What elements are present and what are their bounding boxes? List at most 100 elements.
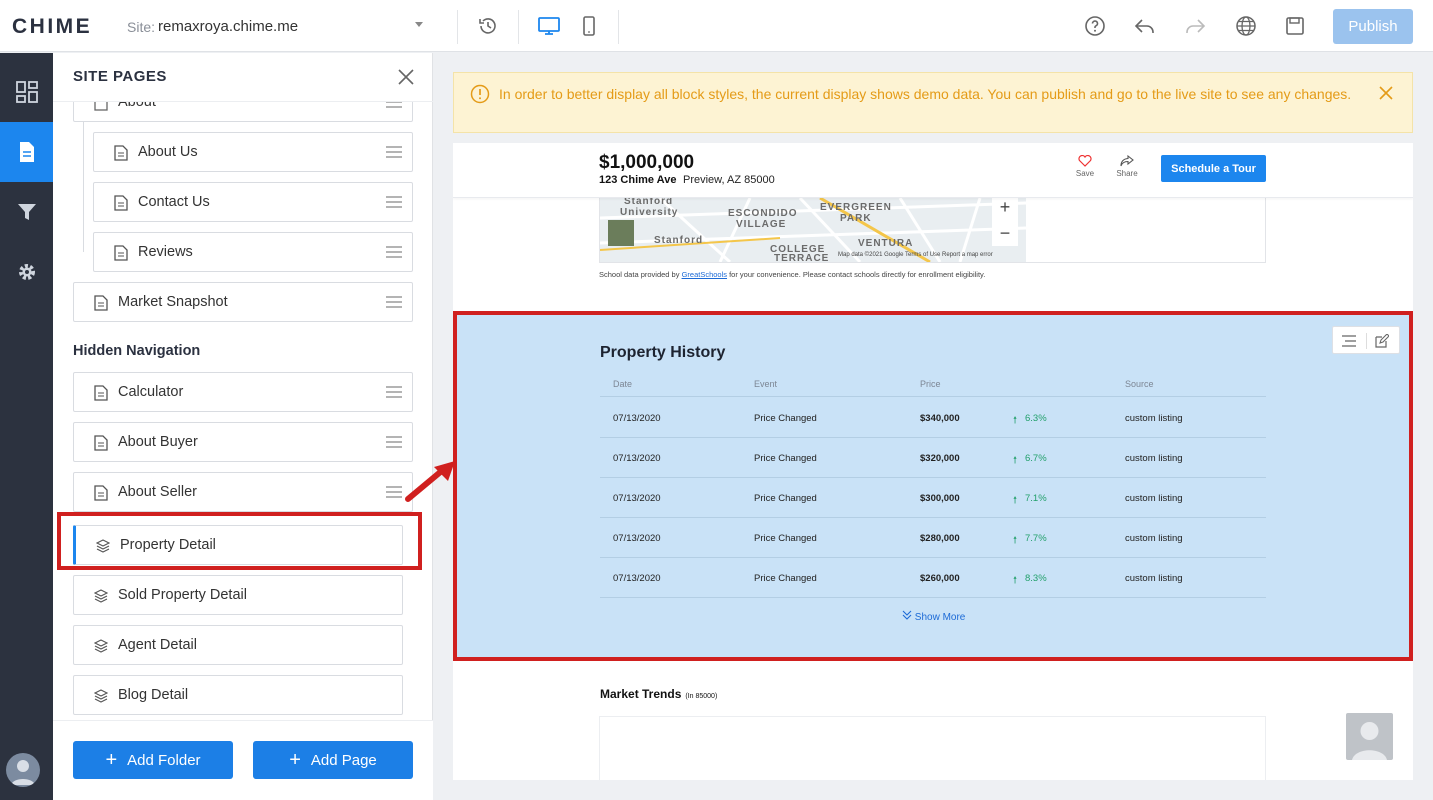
annotation-highlight [57,512,422,570]
page-icon [114,195,128,211]
map-label: ESCONDIDO [728,208,798,219]
globe-icon[interactable] [1234,14,1258,38]
drag-handle-icon[interactable] [386,196,402,208]
site-label: Site: [127,19,156,35]
redo-icon[interactable] [1183,14,1207,38]
pages-icon[interactable] [0,122,53,182]
market-trends-title: Market Trends (In 85000) [600,687,717,701]
close-icon[interactable] [1378,85,1394,101]
schedule-tour-button[interactable]: Schedule a Tour [1161,155,1266,182]
page-item-label: About [118,101,156,110]
page-item-label: Blog Detail [118,687,189,703]
page-item-label: Agent Detail [118,637,197,653]
tree-connector [83,122,84,252]
market-trends-subtitle: (In 85000) [685,693,718,700]
page-icon [94,385,108,401]
drag-handle-icon[interactable] [386,146,402,158]
map-label: VILLAGE [736,219,787,230]
add-folder-label: Add Folder [127,751,201,769]
dashboard-icon[interactable] [0,62,53,122]
map-attribution: Map data ©2021 Google Terms of Use Repor… [838,252,993,258]
desktop-view-icon[interactable] [537,14,561,38]
plus-icon: + [105,749,118,771]
property-history-block[interactable]: Property History Date Event Price Source… [453,311,1413,661]
add-folder-button[interactable]: + Add Folder [73,741,233,779]
page-item-sold-property-detail[interactable]: Sold Property Detail [73,572,408,615]
save-listing-button[interactable]: Save [1070,155,1100,178]
page-item-about[interactable]: About [73,101,413,122]
page-item-about-seller[interactable]: About Seller [73,472,413,512]
map-label: PARK [840,213,872,224]
agent-avatar[interactable] [1346,713,1393,760]
page-preview: $1,000,000 123 Chime Ave Preview, AZ 850… [453,143,1413,780]
layers-icon [94,639,108,653]
page-item-label: About Buyer [118,434,198,450]
undo-icon[interactable] [1133,14,1157,38]
user-avatar[interactable] [6,753,40,787]
zoom-in-icon[interactable]: + [992,198,1018,220]
page-icon [114,145,128,161]
greatschools-link[interactable]: GreatSchools [682,270,727,279]
page-icon [114,245,128,261]
chime-logo[interactable]: CHIME [12,15,92,39]
divider [618,10,619,44]
drag-handle-icon[interactable] [386,296,402,308]
page-item-blog-detail[interactable]: Blog Detail [73,672,408,715]
banner-message: In order to better display all block sty… [499,86,1352,102]
drag-handle-icon[interactable] [386,101,402,108]
map-label: University [620,207,679,218]
school-note-prefix: School data provided by [599,270,682,279]
listing-address: 123 Chime Ave [599,174,677,186]
heart-icon [1078,155,1092,167]
mobile-view-icon[interactable] [577,14,601,38]
publish-button[interactable]: Publish [1333,9,1413,44]
drag-handle-icon[interactable] [386,246,402,258]
school-disclaimer: School data provided by GreatSchools for… [599,270,985,279]
page-item-contact-us[interactable]: Contact Us [93,182,413,222]
add-page-label: Add Page [310,751,377,769]
page-item-agent-detail[interactable]: Agent Detail [73,622,408,665]
map[interactable]: Stanford University ESCONDIDO VILLAGE EV… [600,198,1026,262]
map-label: VENTURA [858,238,914,249]
map-label: Stanford [654,235,704,246]
page-item-label: Sold Property Detail [118,587,247,603]
page-icon [94,295,108,311]
folder-icon [94,102,108,111]
share-listing-button[interactable]: Share [1112,155,1142,178]
save-label: Save [1075,169,1095,178]
close-icon[interactable] [398,69,414,85]
add-page-button[interactable]: + Add Page [253,741,413,779]
share-label: Share [1116,169,1138,178]
share-icon [1120,155,1134,167]
settings-gear-icon[interactable] [0,242,53,302]
map-label: Stanford [624,198,674,207]
panel-title: SITE PAGES [73,68,167,85]
page-item-reviews[interactable]: Reviews [93,232,413,272]
help-icon[interactable] [1083,14,1107,38]
site-pages-panel: SITE PAGES About About Us Contact Us Rev… [53,53,433,800]
annotation-arrow-icon [405,461,455,502]
page-item-label: Market Snapshot [118,294,228,310]
map-label: TERRACE [774,253,830,262]
page-tree: About About Us Contact Us Reviews Market… [53,101,433,771]
funnel-icon[interactable] [0,182,53,242]
page-item-about-us[interactable]: About Us [93,132,413,172]
map-label: EVERGREEN [820,202,892,213]
page-item-label: About Seller [118,484,197,500]
listing-city: Preview, AZ 85000 [683,174,775,186]
page-item-market-snapshot[interactable]: Market Snapshot [73,282,413,322]
panel-footer: + Add Folder + Add Page [53,720,433,800]
school-note-suffix: for your convenience. Please contact sch… [727,270,986,279]
drag-handle-icon[interactable] [386,436,402,448]
page-item-calculator[interactable]: Calculator [73,372,413,412]
app-sidebar [0,53,53,800]
site-selector[interactable]: remaxroya.chime.me [158,18,298,35]
page-item-label: About Us [138,144,198,160]
save-icon[interactable] [1283,14,1307,38]
zoom-out-icon[interactable]: − [992,220,1018,246]
page-item-about-buyer[interactable]: About Buyer [73,422,413,462]
history-icon[interactable] [476,14,500,38]
listing-price: $1,000,000 [599,152,695,173]
drag-handle-icon[interactable] [386,386,402,398]
caret-down-icon[interactable] [415,22,423,27]
